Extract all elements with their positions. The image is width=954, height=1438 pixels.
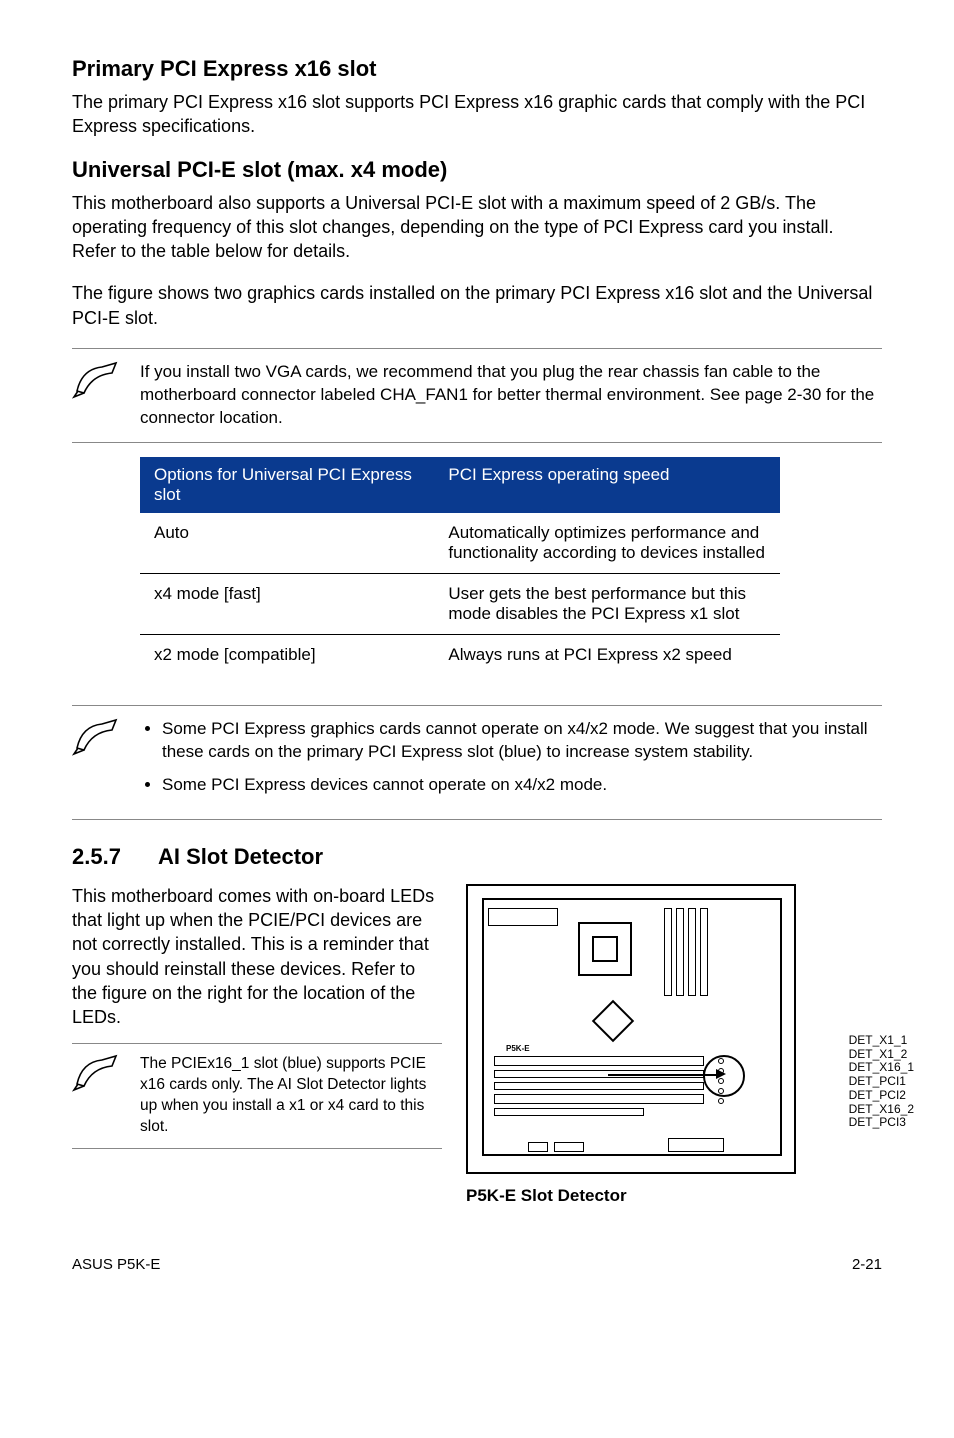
board-label: DET_X16_1 (849, 1061, 914, 1075)
board-label: DET_PCI3 (849, 1116, 914, 1130)
primary-pcie-heading: Primary PCI Express x16 slot (72, 56, 882, 82)
table-cell: Always runs at PCI Express x2 speed (434, 634, 780, 687)
footer-left: ASUS P5K-E (72, 1256, 160, 1273)
universal-pcie-para2: The figure shows two graphics cards inst… (72, 281, 882, 330)
table-header-options: Options for Universal PCI Express slot (140, 457, 434, 513)
table-row: x2 mode [compatible] Always runs at PCI … (140, 634, 780, 687)
note-x4x2: Some PCI Express graphics cards cannot o… (72, 705, 882, 820)
section-ai-slot-detector-heading: 2.5.7AI Slot Detector (72, 844, 882, 870)
board-label: DET_X1_2 (849, 1048, 914, 1062)
table-cell: x2 mode [compatible] (140, 634, 434, 687)
note-icon (72, 1054, 122, 1097)
pencil-icon (72, 361, 122, 399)
motherboard-diagram: P5K-E (466, 884, 796, 1174)
pencil-icon (72, 718, 122, 756)
table-cell: Automatically optimizes performance and … (434, 513, 780, 574)
footer-right: 2-21 (852, 1256, 882, 1273)
table-header-speed: PCI Express operating speed (434, 457, 780, 513)
universal-pcie-para1: This motherboard also supports a Univers… (72, 191, 882, 264)
note-x4x2-text: Some PCI Express graphics cards cannot o… (140, 718, 882, 807)
pencil-icon (72, 1054, 122, 1092)
note-icon (72, 718, 122, 761)
note-bullet: Some PCI Express graphics cards cannot o… (162, 718, 882, 764)
table-row: Auto Automatically optimizes performance… (140, 513, 780, 574)
note-bullet: Some PCI Express devices cannot operate … (162, 774, 882, 797)
note-vga-fan: If you install two VGA cards, we recomme… (72, 348, 882, 443)
note-icon (72, 361, 122, 404)
primary-pcie-paragraph: The primary PCI Express x16 slot support… (72, 90, 882, 139)
note-pciex16-blue-text: The PCIEx16_1 slot (blue) supports PCIE … (140, 1054, 442, 1138)
board-label: DET_X1_1 (849, 1034, 914, 1048)
magnifier-icon (700, 1052, 760, 1112)
table-cell: x4 mode [fast] (140, 573, 434, 634)
table-row: x4 mode [fast] User gets the best perfor… (140, 573, 780, 634)
table-cell: Auto (140, 513, 434, 574)
board-silk-label: P5K-E (506, 1044, 530, 1053)
section-title: AI Slot Detector (158, 844, 323, 869)
board-label-list: DET_X1_1 DET_X1_2 DET_X16_1 DET_PCI1 DET… (849, 1034, 914, 1131)
table-cell: User gets the best performance but this … (434, 573, 780, 634)
section-number: 2.5.7 (72, 844, 158, 870)
ai-slot-paragraph: This motherboard comes with on-board LED… (72, 884, 442, 1030)
board-caption: P5K-E Slot Detector (466, 1186, 882, 1206)
note-pciex16-blue: The PCIEx16_1 slot (blue) supports PCIE … (72, 1043, 442, 1149)
pcie-options-table: Options for Universal PCI Express slot P… (140, 457, 780, 687)
universal-pcie-heading: Universal PCI-E slot (max. x4 mode) (72, 157, 882, 183)
board-label: DET_PCI2 (849, 1089, 914, 1103)
note-vga-fan-text: If you install two VGA cards, we recomme… (140, 361, 882, 430)
board-label: DET_X16_2 (849, 1103, 914, 1117)
board-label: DET_PCI1 (849, 1075, 914, 1089)
